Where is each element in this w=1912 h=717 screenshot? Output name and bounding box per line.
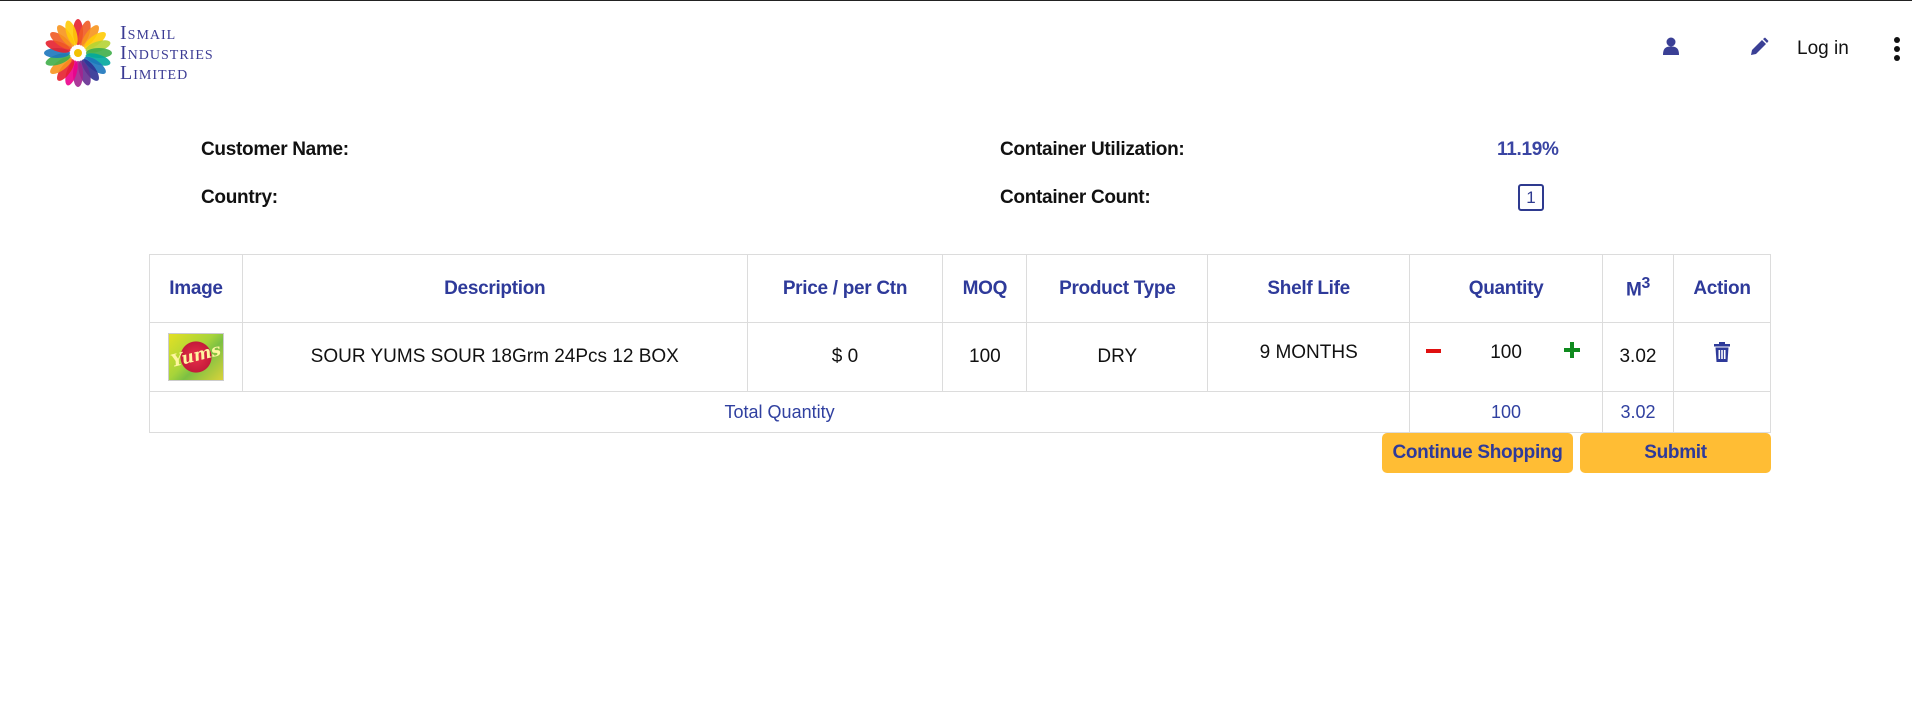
pencil-icon[interactable] — [1749, 37, 1769, 62]
container-count-value: 1 — [1518, 184, 1544, 211]
brand-line-3: Limited — [120, 62, 189, 84]
total-empty-cell — [1672, 391, 1772, 433]
increase-quantity-button[interactable] — [1564, 342, 1580, 358]
header-description: Description — [241, 254, 748, 323]
header-m3-sup: 3 — [1641, 275, 1650, 293]
total-m3-value: 3.02 — [1602, 391, 1674, 433]
continue-shopping-button[interactable]: Continue Shopping — [1382, 433, 1573, 473]
user-icon[interactable] — [1663, 37, 1679, 60]
submit-button[interactable]: Submit — [1580, 433, 1771, 473]
login-link[interactable]: Log in — [1797, 38, 1849, 60]
product-image-cell: Yums — [149, 322, 243, 392]
header-price: Price / per Ctn — [746, 254, 944, 323]
total-row: Total Quantity 100 3.02 — [148, 391, 1772, 433]
header-shelf-life: Shelf Life — [1207, 254, 1411, 323]
table-header-row: Image Description Price / per Ctn MOQ Pr… — [149, 254, 1772, 323]
container-count-label: Container Count: — [1000, 187, 1151, 208]
header-m3: M3 — [1602, 254, 1674, 323]
container-utilization-value: 11.19% — [1497, 139, 1559, 160]
customer-name-label: Customer Name: — [201, 139, 349, 160]
brand-name: Ismail Industries Limited — [120, 23, 214, 83]
trash-icon[interactable] — [1713, 342, 1730, 370]
container-utilization-label: Container Utilization: — [1000, 139, 1185, 160]
product-moq: 100 — [942, 322, 1028, 392]
top-header: Ismail Industries Limited Log in — [0, 1, 1912, 101]
more-vertical-icon[interactable] — [1893, 37, 1901, 65]
product-image[interactable]: Yums — [167, 333, 224, 381]
product-description: SOUR YUMS SOUR 18Grm 24Pcs 12 BOX — [241, 322, 748, 392]
header-m3-base: M — [1625, 279, 1642, 301]
quantity-value[interactable]: 100 — [1490, 342, 1522, 364]
header-quantity: Quantity — [1409, 254, 1603, 323]
total-quantity-label: Total Quantity — [148, 391, 1411, 433]
action-cell — [1672, 322, 1772, 392]
total-quantity-value: 100 — [1409, 391, 1603, 433]
flower-logo-icon — [44, 19, 112, 87]
decrease-quantity-button[interactable] — [1426, 349, 1442, 353]
brand-line-2: Industries — [120, 42, 214, 64]
product-shelf-life: 9 MONTHS — [1207, 322, 1411, 392]
cart-table: Image Description Price / per Ctn MOQ Pr… — [148, 254, 1772, 433]
header-action: Action — [1672, 254, 1772, 323]
quantity-stepper: 100 — [1409, 322, 1603, 392]
product-type: DRY — [1026, 322, 1209, 392]
header-moq: MOQ — [942, 254, 1028, 323]
header-image: Image — [149, 254, 243, 323]
country-label: Country: — [201, 187, 278, 208]
header-product-type: Product Type — [1026, 254, 1209, 323]
company-logo[interactable]: Ismail Industries Limited — [42, 17, 214, 89]
product-price: $ 0 — [746, 322, 944, 392]
brand-line-1: Ismail — [120, 22, 177, 44]
product-image-label: Yums — [169, 340, 223, 372]
table-row: Yums SOUR YUMS SOUR 18Grm 24Pcs 12 BOX $… — [149, 322, 1772, 392]
product-m3: 3.02 — [1602, 322, 1674, 392]
